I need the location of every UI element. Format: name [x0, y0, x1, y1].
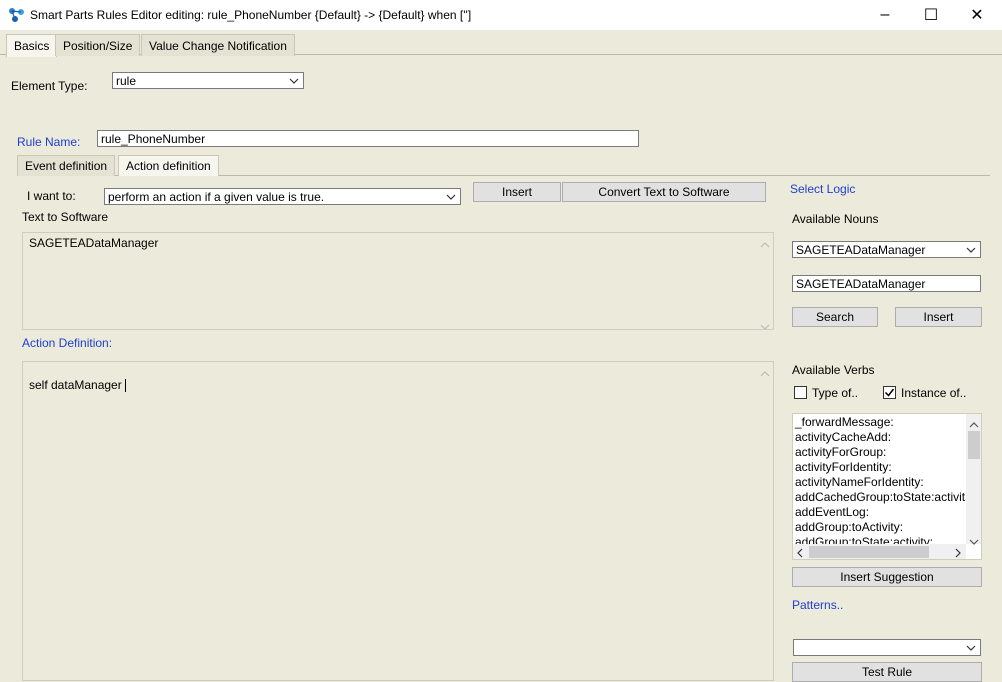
chevron-down-icon	[965, 244, 977, 256]
chevron-down-icon	[445, 191, 457, 203]
text-to-software-label: Text to Software	[22, 210, 109, 224]
checkmark-icon	[884, 388, 895, 397]
text-to-software-area[interactable]: SAGETEADataManager	[22, 232, 774, 330]
list-item[interactable]: _forwardMessage:	[793, 415, 965, 430]
window-title: Smart Parts Rules Editor editing: rule_P…	[30, 8, 472, 22]
select-logic-link[interactable]: Select Logic	[790, 182, 855, 196]
action-definition-content: self dataManager	[29, 378, 126, 393]
maximize-button[interactable]: ☐	[908, 0, 954, 30]
scroll-down-icon[interactable]	[969, 534, 979, 548]
tab-event-definition[interactable]: Event definition	[17, 155, 116, 176]
nouns-combo-value: SAGETEADataManager	[796, 242, 926, 257]
list-item[interactable]: addGroup:toState:activity:	[793, 535, 965, 544]
action-definition-area[interactable]: self dataManager	[22, 361, 774, 681]
list-item[interactable]: activityForGroup:	[793, 445, 965, 460]
available-nouns-label: Available Nouns	[792, 212, 879, 226]
patterns-link[interactable]: Patterns..	[792, 598, 843, 612]
tab-basics[interactable]: Basics	[6, 34, 58, 57]
noun-search-input[interactable]: SAGETEADataManager	[792, 275, 981, 292]
close-button[interactable]: ✕	[954, 0, 1000, 30]
scroll-thumb[interactable]	[968, 431, 980, 459]
patterns-combo[interactable]	[793, 639, 981, 656]
chevron-down-icon	[965, 642, 977, 654]
list-item[interactable]: addCachedGroup:toState:activity:	[793, 490, 965, 505]
text-to-software-scrollbar[interactable]	[757, 233, 773, 330]
text-to-software-content: SAGETEADataManager	[29, 236, 159, 250]
action-definition-text: self dataManager	[29, 378, 122, 392]
action-definition-label: Action Definition:	[22, 336, 113, 350]
list-item[interactable]: activityNameForIdentity:	[793, 475, 965, 490]
nouns-combo[interactable]: SAGETEADataManager	[792, 241, 981, 258]
verbs-list[interactable]: _forwardMessage: activityCacheAdd: activ…	[792, 413, 982, 560]
verbs-horizontal-scrollbar[interactable]	[793, 544, 966, 559]
verbs-vertical-scrollbar[interactable]	[966, 414, 981, 545]
rule-name-input[interactable]: rule_PhoneNumber	[97, 130, 639, 147]
text-caret	[124, 379, 126, 393]
convert-text-to-software-button[interactable]: Convert Text to Software	[562, 182, 766, 202]
scroll-up-icon[interactable]	[969, 417, 979, 431]
type-of-checkbox[interactable]	[794, 386, 807, 399]
instance-of-label: Instance of..	[901, 386, 967, 400]
list-item[interactable]: addEventLog:	[793, 505, 965, 520]
tab-action-definition[interactable]: Action definition	[118, 155, 219, 176]
scroll-up-icon[interactable]	[760, 366, 770, 380]
tab-position-size[interactable]: Position/Size	[55, 34, 141, 56]
list-item[interactable]: addGroup:toActivity:	[793, 520, 965, 535]
app-icon	[8, 7, 26, 23]
search-button[interactable]: Search	[792, 307, 878, 327]
chevron-down-icon	[288, 75, 300, 87]
scroll-down-icon[interactable]	[760, 319, 770, 333]
element-type-combo[interactable]: rule	[112, 72, 304, 89]
verbs-list-body: _forwardMessage: activityCacheAdd: activ…	[793, 414, 965, 544]
list-item[interactable]: activityCacheAdd:	[793, 430, 965, 445]
element-type-label: Element Type:	[11, 79, 88, 93]
minimize-button[interactable]: –	[862, 0, 908, 30]
tab-value-change-notification[interactable]: Value Change Notification	[141, 34, 295, 56]
test-rule-button[interactable]: Test Rule	[792, 662, 982, 682]
insert-suggestion-button[interactable]: Insert Suggestion	[792, 567, 982, 587]
type-of-label: Type of..	[812, 386, 859, 400]
insert-noun-button[interactable]: Insert	[895, 307, 982, 327]
element-type-value: rule	[116, 73, 137, 88]
i-want-to-value: perform an action if a given value is tr…	[108, 189, 325, 204]
scroll-right-icon[interactable]	[955, 547, 961, 559]
list-item[interactable]: activityForIdentity:	[793, 460, 965, 475]
insert-button[interactable]: Insert	[473, 182, 561, 202]
scroll-left-icon[interactable]	[797, 547, 803, 559]
action-definition-scrollbar[interactable]	[757, 362, 773, 680]
i-want-to-label: I want to:	[27, 189, 76, 203]
scroll-thumb[interactable]	[809, 546, 929, 558]
instance-of-checkbox[interactable]	[883, 386, 896, 399]
rule-name-label: Rule Name:	[17, 135, 81, 149]
scroll-up-icon[interactable]	[760, 237, 770, 251]
available-verbs-label: Available Verbs	[792, 363, 875, 377]
i-want-to-combo[interactable]: perform an action if a given value is tr…	[104, 188, 461, 205]
